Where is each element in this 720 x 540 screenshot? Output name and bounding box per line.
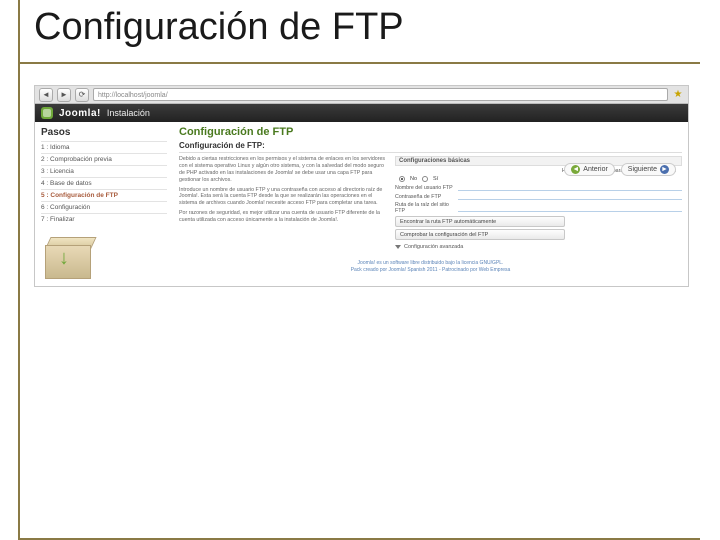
download-arrow-icon: ↓	[59, 247, 69, 270]
prev-button[interactable]: ◄ Anterior	[564, 163, 615, 176]
package-box-icon: ↓	[41, 233, 101, 281]
step-item-configuracion[interactable]: 6 : Configuración	[41, 201, 167, 213]
ftp-radio-yes-label: Sí	[433, 176, 438, 182]
prev-label: Anterior	[583, 166, 608, 173]
joomla-header: Joomla! Instalación	[35, 104, 688, 122]
step-item-licencia[interactable]: 3 : Licencia	[41, 165, 167, 177]
steps-title: Pasos	[41, 127, 167, 138]
steps-sidebar: Pasos 1 : Idioma 2 : Comprobación previa…	[35, 122, 173, 286]
step-item-ftp[interactable]: 5 : Configuración de FTP	[41, 189, 167, 201]
verify-ftp-button[interactable]: Comprobar la configuración del FTP	[395, 229, 565, 240]
ftp-pass-label: Contraseña de FTP	[395, 194, 455, 200]
slide-title-underline	[18, 62, 700, 64]
browser-window: ◄ ► ⟳ http://localhost/joomla/ ★ Joomla!…	[34, 85, 689, 287]
address-bar[interactable]: http://localhost/joomla/	[93, 88, 668, 101]
browser-toolbar: ◄ ► ⟳ http://localhost/joomla/ ★	[35, 86, 688, 104]
step-item-finalizar[interactable]: 7 : Finalizar	[41, 213, 167, 225]
footer-line-1: Joomla! es un software libre distribuido…	[179, 260, 682, 267]
joomla-brand: Joomla!	[59, 108, 101, 119]
main-panel: ◄ Anterior Siguiente ► Configuración de …	[173, 122, 688, 286]
bookmark-star-icon[interactable]: ★	[672, 89, 684, 100]
page-subtitle: Configuración de FTP:	[179, 141, 682, 153]
advanced-settings-toggle[interactable]: Configuración avanzada	[395, 244, 682, 250]
installer-content: Pasos 1 : Idioma 2 : Comprobación previa…	[35, 122, 688, 286]
ftp-user-input[interactable]	[458, 184, 682, 191]
ftp-root-label: Ruta de la raíz del sitio FTP	[395, 202, 455, 214]
advanced-settings-label: Configuración avanzada	[404, 244, 463, 250]
ftp-root-input[interactable]	[458, 205, 682, 212]
description-text: Debido a ciertas restricciones en los pe…	[179, 156, 389, 250]
page-title: Configuración de FTP	[179, 126, 682, 138]
step-item-basedatos[interactable]: 4 : Base de datos	[41, 177, 167, 189]
ftp-pass-input[interactable]	[458, 193, 682, 200]
next-button[interactable]: Siguiente ►	[621, 163, 676, 176]
wizard-nav: ◄ Anterior Siguiente ►	[564, 163, 676, 176]
joomla-section-label: Instalación	[107, 108, 150, 118]
ftp-radio-no[interactable]	[399, 176, 405, 182]
description-para-2: Introduce un nombre de usuario FTP y una…	[179, 187, 389, 208]
description-para-1: Debido a ciertas restricciones en los pe…	[179, 156, 389, 184]
forward-button[interactable]: ►	[57, 88, 71, 102]
installer-footer: Joomla! es un software libre distribuido…	[179, 260, 682, 274]
prev-arrow-icon: ◄	[571, 165, 580, 174]
ftp-radio-no-label: No	[410, 176, 417, 182]
back-button[interactable]: ◄	[39, 88, 53, 102]
chevron-down-icon	[395, 245, 401, 249]
ftp-radio-yes[interactable]	[422, 176, 428, 182]
reload-button[interactable]: ⟳	[75, 88, 89, 102]
description-para-3: Por razones de seguridad, es mejor utili…	[179, 210, 389, 224]
next-arrow-icon: ►	[660, 165, 669, 174]
slide-left-rule	[18, 0, 20, 538]
step-item-comprobacion[interactable]: 2 : Comprobación previa	[41, 153, 167, 165]
footer-line-2: Pack creado por Joomla! Spanish 2011 - P…	[179, 267, 682, 274]
ftp-user-label: Nombre del usuario FTP	[395, 185, 455, 191]
autofind-path-button[interactable]: Encontrar la ruta FTP automáticamente	[395, 216, 565, 227]
step-item-idioma[interactable]: 1 : Idioma	[41, 141, 167, 153]
joomla-logo-icon	[41, 107, 53, 119]
slide-title: Configuración de FTP	[34, 6, 404, 49]
next-label: Siguiente	[628, 166, 657, 173]
